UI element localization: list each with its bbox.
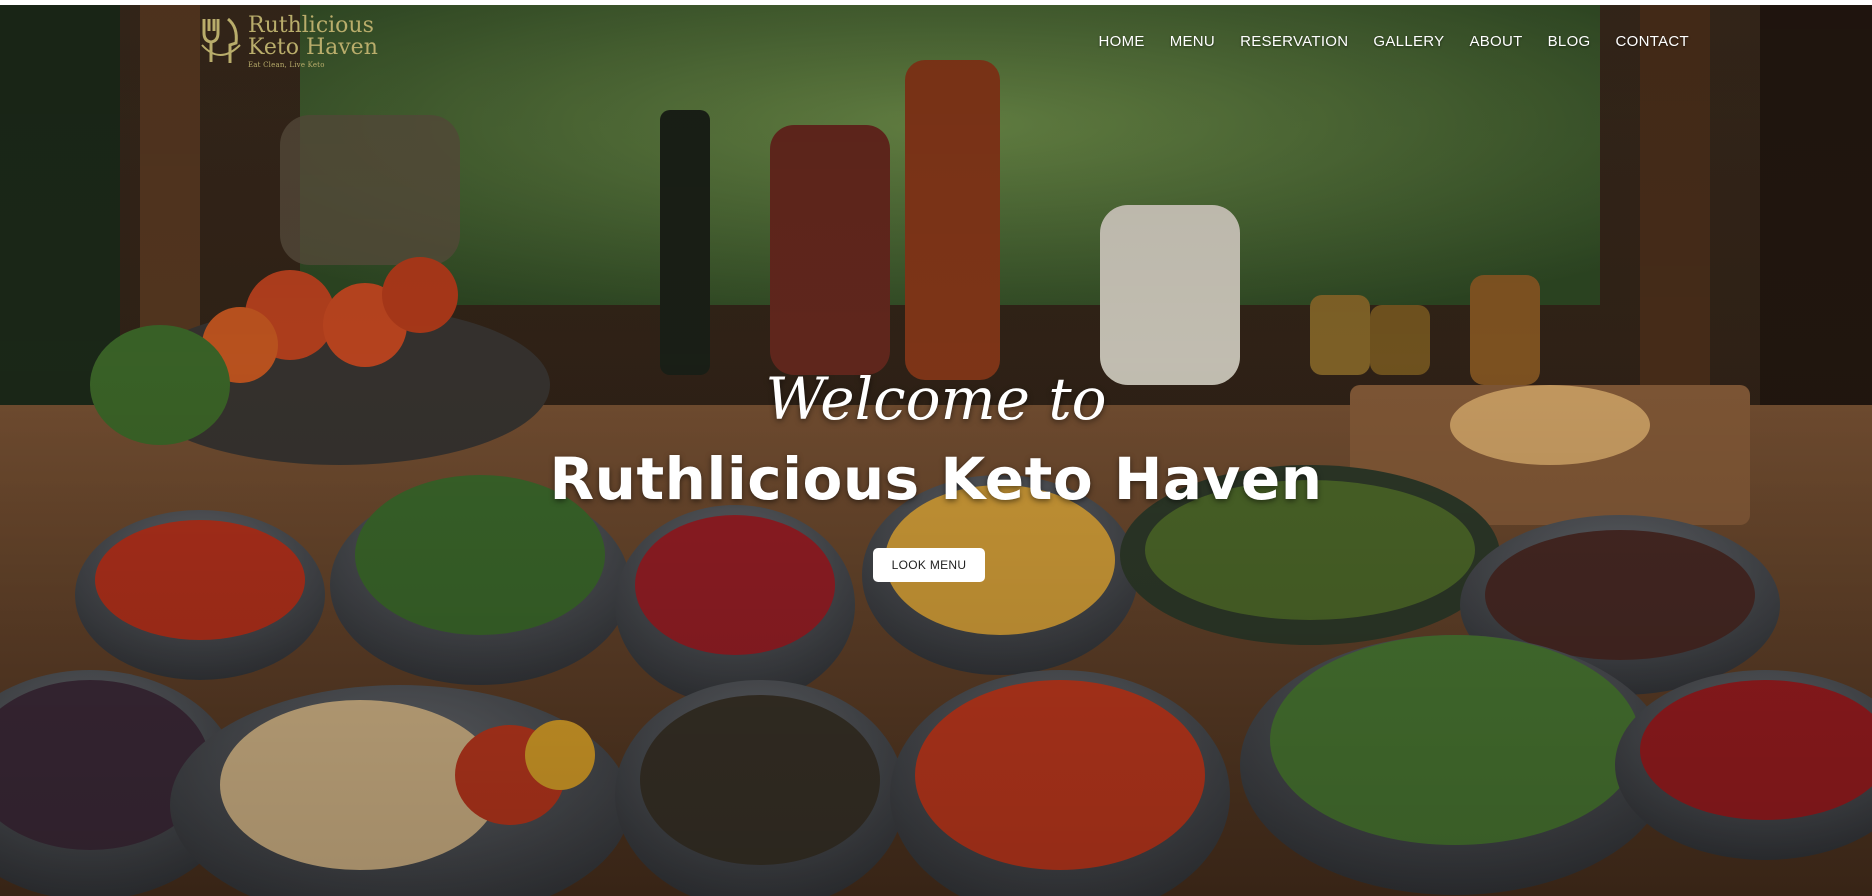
nav-blog-link[interactable]: BLOG: [1548, 33, 1591, 50]
brand-name-line2: Keto Haven: [248, 35, 378, 60]
brand-name-line1: Ruthlicious: [248, 13, 374, 38]
hero-title: Ruthlicious Keto Haven: [549, 445, 1323, 513]
hero-section: Ruthlicious Keto Haven Eat Clean, Live K…: [0, 5, 1872, 896]
nav-gallery-link[interactable]: GALLERY: [1373, 33, 1444, 50]
brand-tagline: Eat Clean, Live Keto: [248, 61, 325, 69]
main-navigation: HOME MENU RESERVATION GALLERY ABOUT BLOG…: [1099, 33, 1690, 50]
brand-logo[interactable]: Ruthlicious Keto Haven Eat Clean, Live K…: [198, 15, 378, 69]
top-border: [0, 0, 1872, 5]
nav-contact-link[interactable]: CONTACT: [1616, 33, 1689, 50]
nav-reservation-link[interactable]: RESERVATION: [1240, 33, 1348, 50]
look-menu-button[interactable]: LOOK MENU: [873, 548, 985, 582]
nav-menu-link[interactable]: MENU: [1170, 33, 1215, 50]
fork-knife-icon: [201, 17, 241, 63]
nav-home-link[interactable]: HOME: [1099, 33, 1145, 50]
hero-welcome-text: Welcome to: [765, 365, 1107, 433]
nav-about-link[interactable]: ABOUT: [1469, 33, 1522, 50]
